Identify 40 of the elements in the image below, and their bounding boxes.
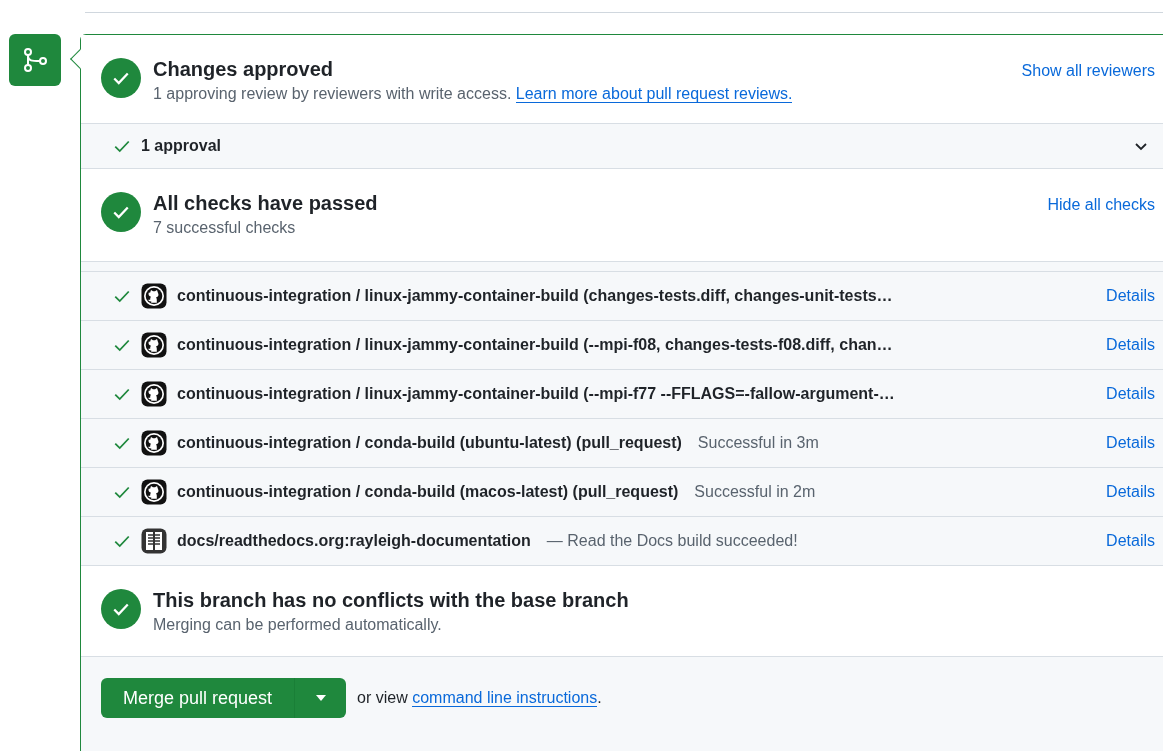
- github-icon: [141, 381, 167, 407]
- dropdown-toggle-button[interactable]: [294, 678, 347, 718]
- check-name: continuous-integration / conda-build (ubuntu-latest) (pull_request): [177, 433, 682, 453]
- details-link[interactable]: Details: [1106, 431, 1155, 455]
- section-title: This branch has no conflicts with the base branch: [153, 588, 630, 613]
- success-icon: [101, 58, 141, 98]
- command-line-link[interactable]: command line instructions: [412, 689, 598, 707]
- caret-icon: [314, 694, 327, 702]
- details-link[interactable]: Details: [1106, 529, 1155, 553]
- github-icon: [141, 479, 167, 505]
- merge-button[interactable]: Merge pull request: [101, 678, 295, 718]
- section-title: Changes approved: [153, 57, 335, 82]
- branch-icon: [9, 34, 61, 86]
- section-subtitle: 1 approving review by reviewers with write access. Learn more about pull request reviews.: [153, 84, 794, 105]
- merge-hint: or view command line instructions.: [357, 688, 602, 709]
- approval-count: 1 approval: [141, 136, 223, 156]
- check-name: continuous-integration / linux-jammy-container-build (--mpi-f08, changes-tests-f08.diff, chan…: [177, 335, 893, 355]
- details-link[interactable]: Details: [1106, 333, 1155, 357]
- github-icon: [141, 283, 167, 309]
- check-status: Successful in 2m: [694, 482, 816, 502]
- section-title: All checks have passed: [153, 191, 379, 216]
- check-name: continuous-integration / linux-jammy-container-build (--mpi-f77 --FFLAGS=-fallow-argument-…: [177, 384, 895, 404]
- github-icon: [141, 430, 167, 456]
- check-status: — Read the Docs build succeeded!: [546, 531, 798, 551]
- show-hide-link[interactable]: Show all reviewers: [1021, 59, 1155, 83]
- details-link[interactable]: Details: [1106, 382, 1155, 406]
- section-subtitle: Merging can be performed automatically.: [153, 615, 443, 635]
- github-icon: [141, 332, 167, 358]
- learn-more-link[interactable]: Learn more about pull request reviews.: [515, 85, 793, 103]
- check-name: docs/readthedocs.org:rayleigh-documentation: [177, 531, 531, 551]
- show-hide-link[interactable]: Hide all checks: [1047, 193, 1155, 217]
- details-link[interactable]: Details: [1106, 480, 1155, 504]
- success-icon: [101, 192, 141, 232]
- check-name: continuous-integration / conda-build (macos-latest) (pull_request): [177, 482, 679, 502]
- document-icon: [141, 528, 167, 554]
- check-name: continuous-integration / linux-jammy-container-build (changes-tests.diff, changes-unit-tests…: [177, 286, 893, 306]
- check-status: Successful in 3m: [697, 433, 819, 453]
- details-link[interactable]: Details: [1106, 284, 1155, 308]
- success-icon: [101, 589, 141, 629]
- section-subtitle: 7 successful checks: [153, 218, 297, 238]
